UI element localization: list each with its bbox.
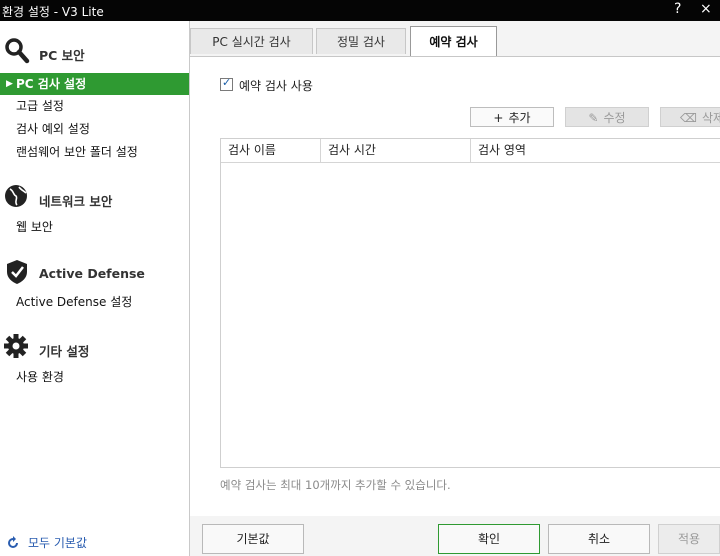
add-button-label: 추가: [508, 111, 531, 125]
ok-button[interactable]: 확인: [438, 524, 540, 554]
enable-scheduled-scan-checkbox[interactable]: [220, 76, 233, 91]
cancel-button[interactable]: 취소: [548, 524, 650, 554]
tab-realtime-scan[interactable]: PC 실시간 검사: [190, 28, 313, 54]
scheduled-scan-panel: 예약 검사 사용 + 추가 ✎ 수정 ⌫ 삭제 검사 이름 검사 시간 검사 영역 예…: [190, 56, 720, 518]
footer: 기본값 확인 취소 적용: [190, 516, 720, 556]
section-title: PC 보안: [39, 48, 85, 63]
sidebar-item-label: Active Defense 설정: [16, 295, 133, 309]
section-title: 네트워크 보안: [39, 194, 113, 209]
eraser-icon: ⌫: [679, 111, 697, 125]
add-button[interactable]: + 추가: [470, 107, 554, 127]
title-bar: 환경 설정 - V3 Lite ? ×: [0, 0, 720, 21]
section-pc-security: PC 보안: [0, 35, 189, 69]
gear-icon: [4, 334, 28, 358]
delete-button-label: 삭제: [701, 111, 720, 125]
tab-scheduled-scan[interactable]: 예약 검사: [410, 26, 497, 56]
table-header: 검사 이름 검사 시간 검사 영역: [221, 139, 720, 163]
column-scan-name[interactable]: 검사 이름: [221, 139, 321, 162]
edit-button[interactable]: ✎ 수정: [565, 107, 649, 127]
globe-icon: [5, 185, 27, 207]
delete-button[interactable]: ⌫ 삭제: [660, 107, 720, 127]
column-scan-area[interactable]: 검사 영역: [471, 139, 720, 162]
scheduled-scan-note: 예약 검사는 최대 10개까지 추가할 수 있습니다.: [220, 478, 451, 492]
sidebar-item-label: 랜섬웨어 보안 폴더 설정: [16, 145, 138, 159]
tab-bar: PC 실시간 검사 정밀 검사 예약 검사: [190, 21, 720, 56]
section-title: Active Defense: [39, 266, 145, 281]
section-title: 기타 설정: [39, 344, 90, 359]
sidebar-item-active-defense-settings[interactable]: Active Defense 설정: [0, 291, 189, 313]
content-area: PC 실시간 검사 정밀 검사 예약 검사 예약 검사 사용 + 추가 ✎ 수정 ⌫…: [190, 21, 720, 556]
plus-icon: +: [493, 111, 504, 125]
sidebar-item-label: 고급 설정: [16, 99, 64, 113]
default-button[interactable]: 기본값: [202, 524, 304, 554]
reset-all-label: 모두 기본값: [28, 536, 88, 550]
scheduled-scan-table: 검사 이름 검사 시간 검사 영역: [220, 138, 720, 468]
shield-check-icon: [7, 260, 27, 284]
help-button[interactable]: ?: [674, 1, 681, 17]
edit-button-label: 수정: [603, 111, 626, 125]
sidebar-item-label: 검사 예외 설정: [16, 122, 90, 136]
sidebar: PC 보안 ▶ PC 검사 설정 고급 설정 검사 예외 설정 랜섬웨어 보안 …: [0, 21, 190, 556]
sidebar-item-label: PC 검사 설정: [16, 77, 87, 91]
window-title: 환경 설정 - V3 Lite: [2, 5, 104, 19]
section-network-security: 네트워크 보안: [0, 181, 189, 215]
sidebar-item-pc-scan-settings[interactable]: ▶ PC 검사 설정: [0, 73, 189, 95]
section-active-defense: Active Defense: [0, 256, 189, 290]
sidebar-item-label: 사용 환경: [16, 370, 64, 384]
refresh-icon: [8, 536, 18, 548]
sidebar-item-web-security[interactable]: 웹 보안: [0, 216, 189, 238]
sidebar-item-scan-exclusions[interactable]: 검사 예외 설정: [0, 118, 189, 140]
enable-scheduled-scan-label: 예약 검사 사용: [239, 79, 313, 93]
sidebar-item-environment[interactable]: 사용 환경: [0, 366, 189, 388]
pencil-icon: ✎: [588, 111, 599, 125]
close-button[interactable]: ×: [700, 1, 712, 17]
sidebar-item-advanced-settings[interactable]: 고급 설정: [0, 95, 189, 117]
sidebar-item-label: 웹 보안: [16, 220, 53, 234]
magnifier-icon: [5, 38, 30, 64]
column-scan-time[interactable]: 검사 시간: [321, 139, 471, 162]
apply-button[interactable]: 적용: [658, 524, 720, 554]
section-other-settings: 기타 설정: [0, 331, 189, 365]
caret-right-icon: ▶: [6, 79, 13, 89]
sidebar-item-ransomware-folder[interactable]: 랜섬웨어 보안 폴더 설정: [0, 141, 189, 163]
tab-precision-scan[interactable]: 정밀 검사: [316, 28, 406, 54]
